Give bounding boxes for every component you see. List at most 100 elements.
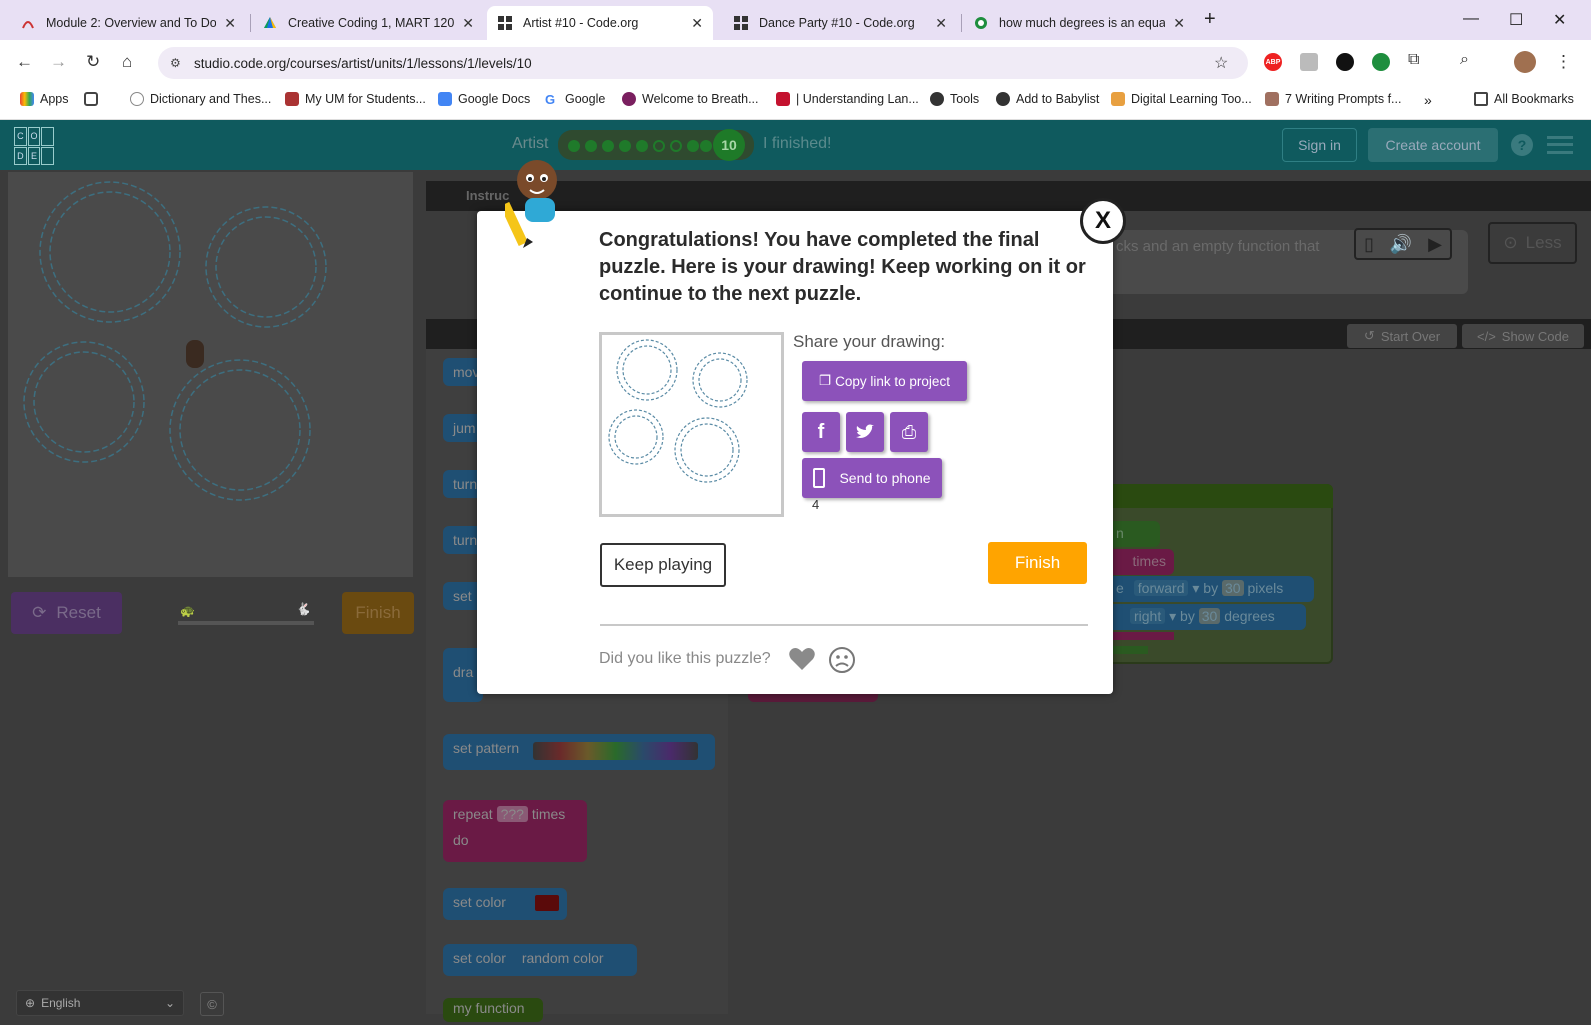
turn-right-block[interactable]: right ▾ by 30 degrees: [1108, 604, 1306, 630]
bookmark-dictionary[interactable]: Dictionary and Thes...: [130, 92, 271, 106]
current-level-badge[interactable]: 10: [713, 129, 745, 161]
progress-dot[interactable]: [670, 140, 682, 152]
browser-menu-icon[interactable]: ⋮: [1555, 52, 1572, 72]
repeat-block[interactable]: repeat ??? times do: [443, 800, 587, 862]
adblock-icon[interactable]: ABP: [1264, 53, 1282, 71]
bookmark-digital-learning[interactable]: Digital Learning Too...: [1111, 92, 1252, 106]
close-tab-icon[interactable]: ✕: [1173, 15, 1185, 32]
copyright-icon[interactable]: ©: [200, 992, 224, 1016]
repeat-times-token[interactable]: times: [1108, 549, 1174, 575]
maximize-icon[interactable]: ☐: [1509, 10, 1523, 30]
address-bar[interactable]: ⚙ studio.code.org/courses/artist/units/1…: [158, 47, 1248, 79]
send-to-phone-button[interactable]: Send to phone: [802, 458, 942, 498]
undo-icon: ↺: [1363, 328, 1375, 343]
bookmark-apps[interactable]: Apps: [20, 92, 69, 106]
tab-creative-coding[interactable]: Creative Coding 1, MART 120 | ✕: [252, 6, 484, 40]
tab-search-icon[interactable]: ⌕: [1460, 51, 1469, 69]
back-icon[interactable]: ←: [16, 52, 33, 72]
progress-dot[interactable]: [636, 140, 648, 152]
copy-link-button[interactable]: ❐ Copy link to project: [802, 361, 967, 401]
site-info-icon[interactable]: ⚙: [170, 56, 181, 70]
grammar-extension-icon[interactable]: [1372, 53, 1390, 71]
close-tab-icon[interactable]: ✕: [224, 15, 236, 32]
close-tab-icon[interactable]: ✕: [462, 15, 474, 32]
progress-dot[interactable]: [568, 140, 580, 152]
all-bookmarks[interactable]: All Bookmarks: [1474, 92, 1574, 106]
finish-bottom-button[interactable]: Finish: [342, 592, 414, 634]
close-window-icon[interactable]: ✕: [1553, 10, 1566, 30]
repeat-count[interactable]: ???: [496, 806, 528, 822]
new-tab-icon[interactable]: +: [1204, 8, 1216, 31]
pattern-swatch[interactable]: [533, 742, 698, 760]
finish-button[interactable]: Finish: [988, 542, 1087, 584]
bookmark-tools[interactable]: Tools: [930, 92, 979, 106]
heart-icon[interactable]: [788, 646, 816, 677]
bookmark-google[interactable]: G Google: [545, 92, 605, 107]
bookmark-grid[interactable]: [84, 92, 104, 106]
reset-button[interactable]: ⟳ Reset: [11, 592, 122, 634]
move-forward-block[interactable]: e forward ▾ by 30 pixels: [1108, 576, 1314, 602]
bookmark-my-um[interactable]: My UM for Students...: [285, 92, 426, 106]
transcript-icon[interactable]: ▯: [1364, 234, 1374, 255]
print-button[interactable]: ⎙: [890, 412, 928, 452]
bookmark-writing-prompts[interactable]: 7 Writing Prompts f...: [1265, 92, 1401, 106]
degree-value[interactable]: 30: [1198, 608, 1221, 624]
audio-controls[interactable]: ▯ 🔊 ▶: [1354, 228, 1452, 260]
progress-dot[interactable]: [585, 140, 597, 152]
set-color-block[interactable]: set color: [443, 888, 567, 920]
speaker-icon[interactable]: 🔊: [1390, 234, 1412, 255]
progress-dot[interactable]: [700, 140, 712, 152]
help-icon[interactable]: ?: [1511, 134, 1533, 156]
set-pattern-block[interactable]: set pattern: [443, 734, 715, 770]
distance-value[interactable]: 30: [1221, 580, 1244, 596]
close-tab-icon[interactable]: ✕: [935, 15, 947, 32]
create-account-button[interactable]: Create account: [1368, 128, 1498, 162]
hamburger-menu-icon[interactable]: [1547, 136, 1573, 154]
sad-face-icon[interactable]: [828, 646, 856, 679]
more-bookmarks-icon[interactable]: »: [1424, 92, 1432, 108]
start-over-button[interactable]: ↺ Start Over: [1347, 324, 1457, 348]
my-function-block[interactable]: my function: [443, 998, 543, 1022]
instructions-tab[interactable]: Instruc: [466, 188, 509, 203]
sign-in-button[interactable]: Sign in: [1282, 128, 1357, 162]
minimize-icon[interactable]: —: [1463, 10, 1479, 28]
set-random-color-block[interactable]: set color random color: [443, 944, 637, 976]
color-swatch[interactable]: [535, 895, 559, 911]
play-icon[interactable]: ▶: [1428, 234, 1442, 255]
bookmark-understanding[interactable]: | Understanding Lan...: [776, 92, 919, 106]
function-header[interactable]: [1100, 484, 1333, 508]
facebook-share-button[interactable]: f: [802, 412, 840, 452]
forward-icon[interactable]: →: [50, 52, 67, 72]
turn-direction-dropdown[interactable]: right: [1130, 608, 1166, 624]
tab-module-2[interactable]: Module 2: Overview and To Do ✕: [10, 6, 246, 40]
keep-playing-button[interactable]: Keep playing: [600, 543, 726, 587]
extensions-puzzle-icon[interactable]: ⧉: [1408, 51, 1419, 69]
profile-avatar[interactable]: [1514, 51, 1536, 73]
copy-link-label: Copy link to project: [835, 373, 950, 389]
reload-icon[interactable]: ↻: [86, 52, 100, 72]
bookmark-star-icon[interactable]: ☆: [1214, 53, 1228, 73]
progress-dot[interactable]: [619, 140, 631, 152]
tab-dance-party[interactable]: Dance Party #10 - Code.org ✕: [723, 6, 957, 40]
bookmark-google-docs[interactable]: Google Docs: [438, 92, 530, 106]
direction-dropdown[interactable]: forward: [1133, 580, 1189, 596]
home-icon[interactable]: ⌂: [122, 52, 132, 72]
close-tab-icon[interactable]: ✕: [691, 15, 703, 32]
tab-artist-10[interactable]: Artist #10 - Code.org ✕: [487, 6, 713, 40]
password-manager-icon[interactable]: [1336, 53, 1354, 71]
tab-search[interactable]: how much degrees is an equalt ✕: [963, 6, 1195, 40]
extension-icon[interactable]: [1300, 53, 1318, 71]
show-code-button[interactable]: </> Show Code: [1462, 324, 1584, 348]
bookmark-breath[interactable]: Welcome to Breath...: [622, 92, 759, 106]
progress-dot[interactable]: [653, 140, 665, 152]
progress-dot[interactable]: [602, 140, 614, 152]
twitter-share-button[interactable]: [846, 412, 884, 452]
less-button[interactable]: ⊙ Less: [1488, 222, 1577, 264]
random-color-label: random color: [521, 950, 604, 966]
speed-slider[interactable]: [178, 621, 314, 625]
code-org-logo[interactable]: C O D E: [14, 127, 54, 165]
loop-counter-token[interactable]: n: [1108, 521, 1160, 547]
bookmark-babylist[interactable]: Add to Babylist: [996, 92, 1099, 106]
progress-dot[interactable]: [687, 140, 699, 152]
language-select[interactable]: ⊕ English ⌄: [16, 990, 184, 1016]
